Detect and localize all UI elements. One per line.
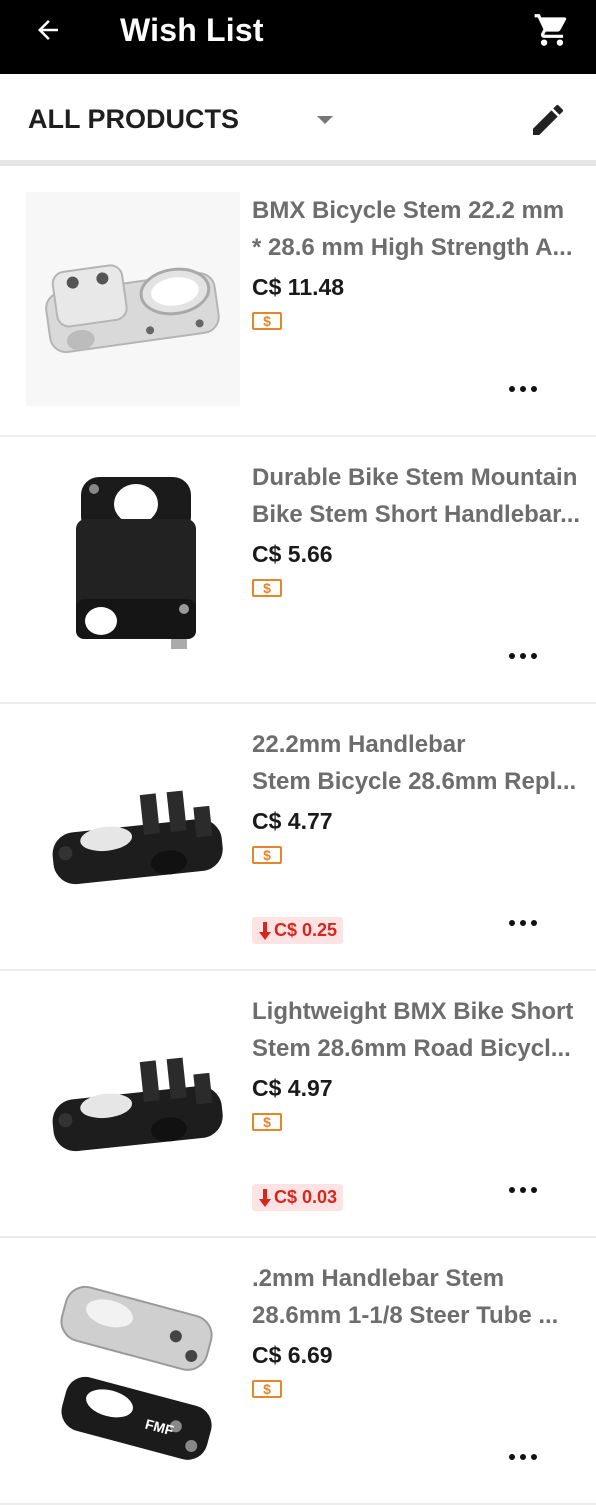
product-price: C$ 4.77 [252,808,333,834]
filter-select[interactable]: ALL PRODUCTS [28,104,239,135]
product-price: C$ 4.97 [252,1075,333,1101]
more-horizontal-icon [509,1187,537,1193]
more-button[interactable] [504,904,542,942]
coupon-icon: $ [252,579,282,597]
price-drop-amount: C$ 0.03 [274,1187,338,1207]
coupon-icon: $ [252,846,282,864]
product-name[interactable]: 22.2mm Handlebar Stem Bicycle 28.6mm Rep… [252,726,586,800]
coupon-icon: $ [252,1113,282,1131]
product-image[interactable]: FMF [26,1260,240,1474]
product-price: C$ 6.69 [252,1342,333,1368]
more-horizontal-icon [509,386,537,392]
product-image[interactable] [26,459,240,673]
filter-bar: ALL PRODUCTS [0,74,596,166]
more-horizontal-icon [509,920,537,926]
product-image[interactable] [26,726,240,940]
more-horizontal-icon [509,1454,537,1460]
coupon-icon: $ [252,312,282,330]
arrow-down-icon [259,1188,271,1207]
more-button[interactable] [504,1438,542,1476]
product-image[interactable] [26,993,240,1207]
price-drop-amount: C$ 0.25 [274,920,338,940]
arrow-down-icon [259,921,271,940]
product-name[interactable]: Durable Bike Stem Mountain Bike Stem Sho… [252,459,586,533]
app-bar: Wish List [0,0,596,74]
back-button[interactable] [28,10,68,50]
edit-button[interactable] [522,94,574,146]
price-drop-badge: C$ 0.03 [252,1184,344,1211]
cart-button[interactable] [530,8,574,52]
more-button[interactable] [504,370,542,408]
product-name[interactable]: BMX Bicycle Stem 22.2 mm * 28.6 mm High … [252,192,586,266]
list-item[interactable]: Lightweight BMX Bike Short Stem 28.6mm R… [0,971,596,1238]
pencil-icon [533,104,564,135]
arrow-back-icon [38,20,58,40]
list-item[interactable]: 22.2mm Handlebar Stem Bicycle 28.6mm Rep… [0,704,596,971]
list-item[interactable]: FMF .2mm Handlebar Stem 28.6mm 1-1/8 Ste… [0,1238,596,1505]
more-horizontal-icon [509,653,537,659]
product-name[interactable]: Lightweight BMX Bike Short Stem 28.6mm R… [252,993,586,1067]
product-name[interactable]: .2mm Handlebar Stem 28.6mm 1-1/8 Steer T… [252,1260,586,1334]
list-item[interactable]: BMX Bicycle Stem 22.2 mm * 28.6 mm High … [0,170,596,437]
product-price: C$ 5.66 [252,541,333,567]
more-button[interactable] [504,637,542,675]
price-drop-badge: C$ 0.25 [252,917,344,944]
wishlist: BMX Bicycle Stem 22.2 mm * 28.6 mm High … [0,170,596,1505]
product-image[interactable] [26,192,240,406]
product-price: C$ 11.48 [252,274,345,300]
caret-down-icon [317,116,333,124]
page-title: Wish List [120,12,264,48]
more-button[interactable] [504,1171,542,1209]
coupon-icon: $ [252,1380,282,1398]
list-item[interactable]: Durable Bike Stem Mountain Bike Stem Sho… [0,437,596,704]
filter-dropdown[interactable] [312,110,338,130]
shopping-cart-icon [534,14,567,46]
